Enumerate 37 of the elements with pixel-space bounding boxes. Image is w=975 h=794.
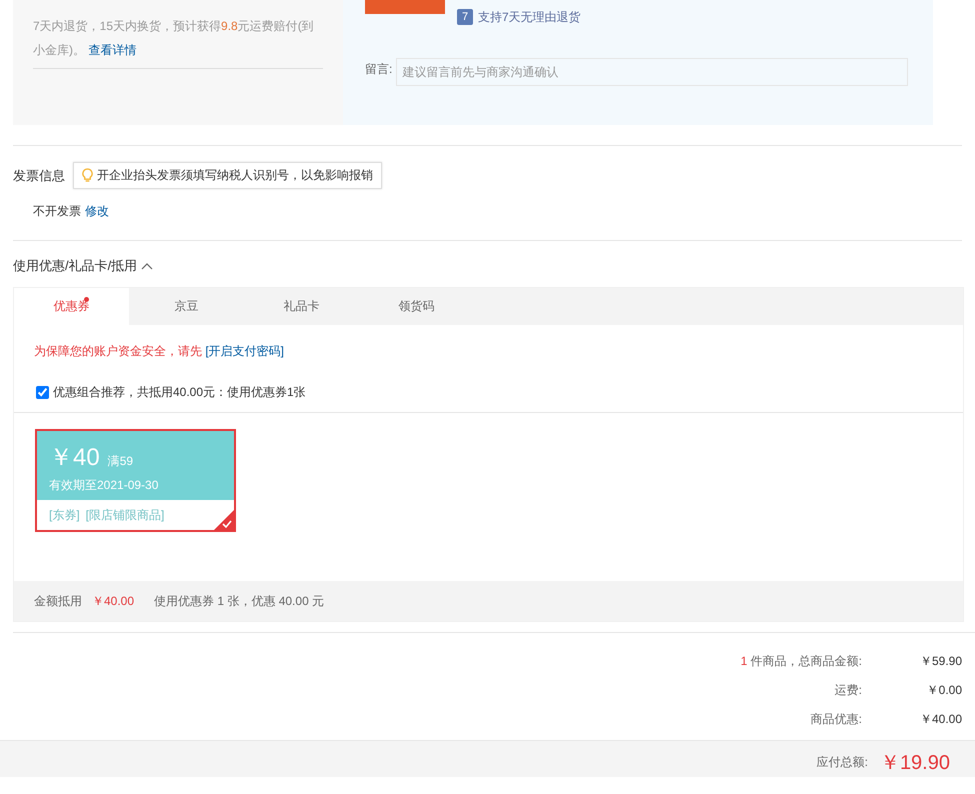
summary-value: ￥59.90	[918, 653, 962, 670]
summary-label: 1 件商品，总商品金额:	[740, 653, 862, 670]
discount-toggle[interactable]: 使用优惠/礼品卡/抵用	[13, 257, 975, 275]
message-label: 留言:	[365, 61, 392, 78]
return-badge-icon: 7	[457, 9, 473, 25]
combo-checkbox[interactable]	[36, 386, 49, 399]
invoice-value: 不开发票	[33, 203, 81, 220]
discount-summary: 使用优惠券 1 张，优惠 40.00 元	[154, 592, 324, 610]
coupon-validity: 有效期至2021-09-30	[49, 477, 160, 494]
section-title: 发票信息	[13, 166, 65, 184]
coupon-condition: 满59	[108, 453, 134, 470]
summary-label: 商品优惠:	[810, 711, 862, 728]
coupon-tag: [限店铺限商品]	[86, 507, 164, 523]
return-support-text: 支持7天无理由退货	[478, 8, 581, 26]
details-link[interactable]: 查看详情	[88, 43, 136, 57]
summary-label: 运费:	[834, 682, 862, 699]
coupon-amount: ￥40	[49, 443, 100, 473]
tab[interactable]: 优惠券	[14, 288, 129, 325]
total-amount: ￥19.90	[880, 751, 950, 776]
selected-check-icon	[214, 510, 234, 530]
tab[interactable]: 京豆	[129, 288, 244, 325]
discount-label: 金额抵用	[34, 592, 82, 610]
summary-value: ￥0.00	[926, 682, 962, 699]
discount-amount: ￥40.00	[92, 592, 134, 610]
combo-label: 优惠组合推荐，共抵用40.00元：使用优惠券1张	[53, 384, 306, 401]
edit-link[interactable]: 修改	[85, 203, 109, 220]
security-warning: 为保障您的账户资金安全，请先 [开启支付密码]	[33, 343, 286, 360]
lightbulb-icon	[82, 168, 93, 183]
tab[interactable]: 领货码	[359, 288, 474, 325]
tab[interactable]: 礼品卡	[244, 288, 359, 325]
message-field[interactable]: 建议留言前先与商家沟通确认	[396, 58, 908, 86]
payment-password-link[interactable]: [开启支付密码]	[205, 344, 284, 358]
invoice-tooltip: 开企业抬头发票须填写纳税人识别号，以免影响报销	[73, 162, 382, 189]
total-label: 应付总额:	[816, 754, 868, 771]
summary-value: ￥40.00	[918, 711, 962, 728]
return-policy-text: 7天内退货，15天内换货，预计获得9.8元运费赔付(到小金库)。 查看详情	[33, 18, 315, 59]
coupon-tag: [东券]	[49, 507, 80, 523]
